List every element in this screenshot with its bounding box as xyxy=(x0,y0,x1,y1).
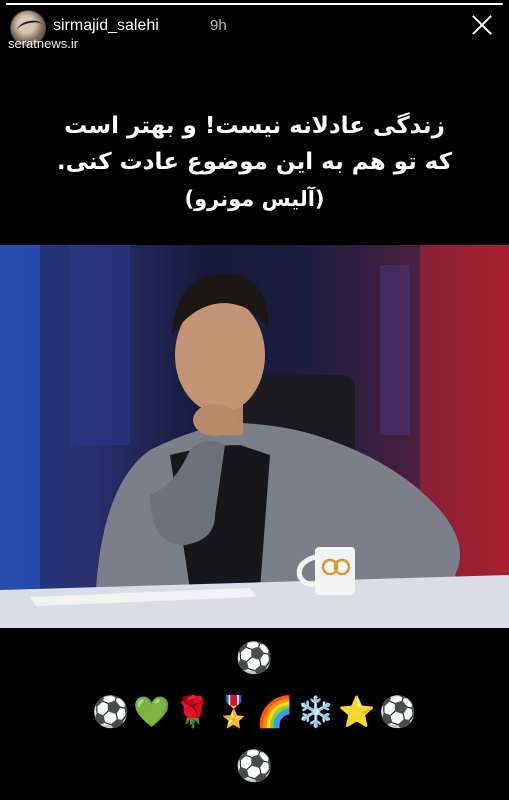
medal-emoji: 🎖️ xyxy=(215,695,253,730)
soccer-ball-emoji: ⚽ xyxy=(235,641,274,676)
signature-mark xyxy=(15,18,45,38)
story-viewer[interactable]: sirmajid_salehi 9h seratnews.ir زندگی عا… xyxy=(0,0,509,800)
close-icon[interactable] xyxy=(469,12,495,38)
soccer-ball-emoji: ⚽ xyxy=(235,749,274,784)
quote-text: زندگی عادلانه نیست! و بهتر است که تو هم … xyxy=(40,108,469,216)
watermark: seratnews.ir xyxy=(8,36,79,51)
story-header: sirmajid_salehi 9h xyxy=(10,8,499,48)
story-photo xyxy=(0,245,509,628)
quote-author: (آلیس مونرو) xyxy=(184,187,325,211)
story-progress-bar xyxy=(6,3,503,5)
story-progress-fill xyxy=(6,3,503,5)
star-emoji: ⭐ xyxy=(338,695,376,730)
emoji-row-1: ⚽ xyxy=(0,642,509,676)
post-time: 9h xyxy=(210,17,227,34)
soccer-ball-emoji: ⚽ xyxy=(92,695,130,730)
presenter-photo xyxy=(0,245,509,628)
emoji-row-2: ⚽ 💚 🌹 🎖️ 🌈 ❄️ ⭐ ⚽ xyxy=(0,696,509,730)
quote-line-2: که تو هم به این موضوع عادت کنی. xyxy=(56,149,453,175)
emoji-row-3: ⚽ xyxy=(0,750,509,784)
snowflake-emoji: ❄️ xyxy=(297,695,335,730)
rainbow-emoji: 🌈 xyxy=(256,695,294,730)
green-heart-emoji: 💚 xyxy=(133,695,171,730)
soccer-ball-emoji: ⚽ xyxy=(379,695,417,730)
rose-emoji: 🌹 xyxy=(174,695,212,730)
username[interactable]: sirmajid_salehi xyxy=(53,17,159,35)
quote-line-1: زندگی عادلانه نیست! و بهتر است xyxy=(64,113,445,139)
